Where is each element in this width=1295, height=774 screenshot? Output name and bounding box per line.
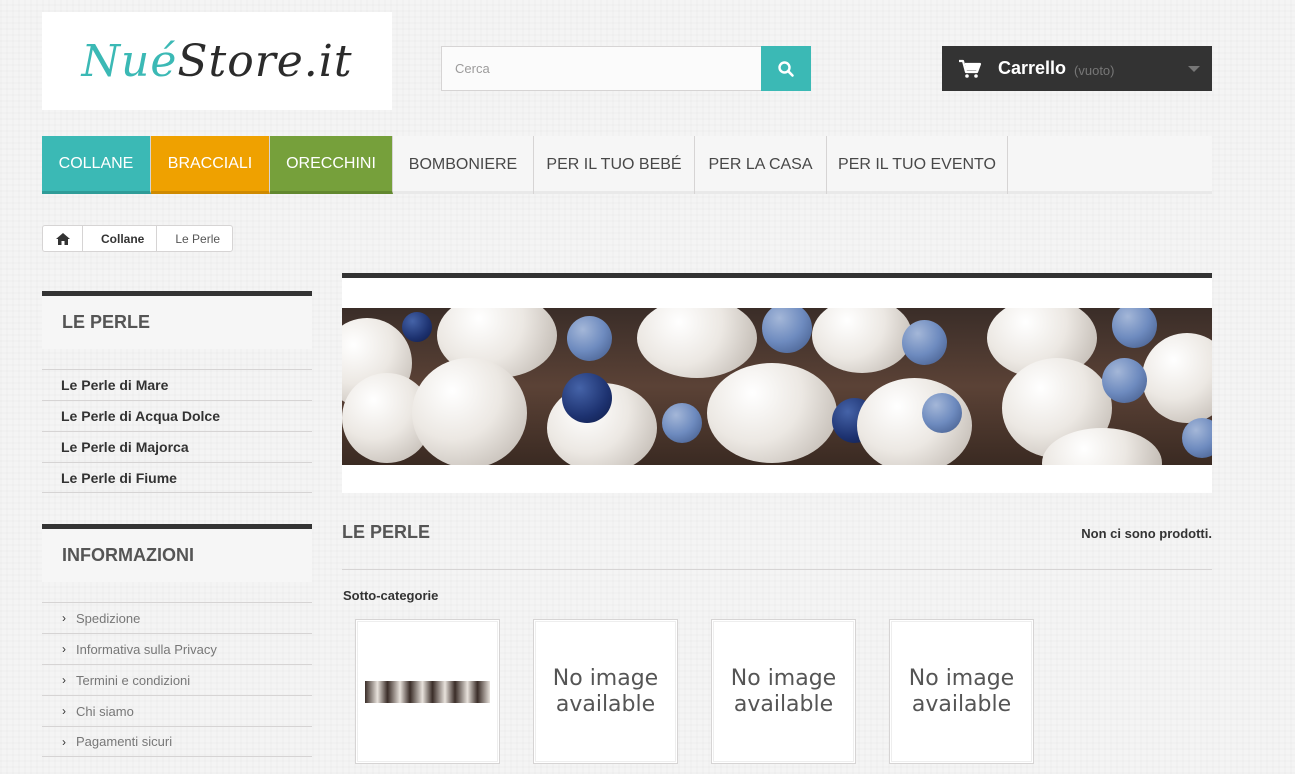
category-title: LE PERLE bbox=[342, 522, 431, 542]
cart-icon bbox=[959, 59, 982, 78]
cart-status: (vuoto) bbox=[1074, 62, 1115, 78]
breadcrumb: Collane Le Perle bbox=[42, 225, 234, 252]
info-block-title: INFORMAZIONI bbox=[42, 524, 312, 582]
home-icon bbox=[55, 232, 70, 245]
breadcrumb-current: Le Perle bbox=[175, 231, 221, 246]
chevron-right-icon: › bbox=[62, 611, 66, 625]
search-button[interactable] bbox=[761, 46, 811, 91]
category-item[interactable]: Le Perle di Acqua Dolce bbox=[42, 400, 312, 431]
chevron-right-icon: › bbox=[62, 704, 66, 718]
category-item[interactable]: Le Perle di Majorca bbox=[42, 431, 312, 462]
menu-item-orecchini[interactable]: ORECCHINI bbox=[270, 136, 393, 194]
subcategory-card[interactable]: No image available bbox=[889, 619, 1034, 764]
category-block: LE PERLE Le Perle di Mare Le Perle di Ac… bbox=[42, 291, 312, 493]
chevron-right-icon: › bbox=[62, 734, 66, 749]
menu-item-bracciali[interactable]: BRACCIALI bbox=[151, 136, 270, 194]
info-item[interactable]: › Chi siamo bbox=[42, 695, 312, 726]
breadcrumb-home[interactable] bbox=[43, 226, 83, 251]
no-image-placeholder: No image available bbox=[908, 665, 1015, 717]
no-image-placeholder: No image available bbox=[552, 665, 659, 717]
no-products-text: Non ci sono prodotti. bbox=[1081, 526, 1212, 541]
category-heading: LE PERLE Non ci sono prodotti. bbox=[342, 522, 1212, 570]
info-item[interactable]: › Termini e condizioni bbox=[42, 664, 312, 695]
cart-label: Carrello bbox=[998, 58, 1067, 78]
menu-item-bebe[interactable]: PER IL TUO BEBÉ bbox=[534, 136, 695, 194]
main-menu: COLLANE BRACCIALI ORECCHINI BOMBONIERE P… bbox=[42, 136, 1212, 194]
category-item[interactable]: Le Perle di Fiume bbox=[42, 462, 312, 493]
logo-text-part2: Store.it bbox=[177, 35, 353, 87]
info-item[interactable]: › Spedizione bbox=[42, 602, 312, 633]
info-item-label: Spedizione bbox=[76, 610, 141, 626]
info-item-label: Pagamenti sicuri bbox=[76, 734, 173, 749]
category-item[interactable]: Le Perle di Mare bbox=[42, 369, 312, 400]
subcategory-card[interactable]: No image available bbox=[711, 619, 856, 764]
info-item[interactable]: › Pagamenti sicuri bbox=[42, 726, 312, 757]
subcategory-image[interactable] bbox=[365, 680, 490, 703]
info-block: INFORMAZIONI › Spedizione › Informativa su… bbox=[42, 524, 312, 757]
info-item-label: Informativa sulla Privacy bbox=[76, 641, 217, 657]
category-block-title: LE PERLE bbox=[42, 291, 312, 349]
info-item-label: Chi siamo bbox=[76, 703, 134, 719]
breadcrumb-collane[interactable]: Collane bbox=[83, 226, 158, 251]
no-image-placeholder: No image available bbox=[730, 665, 837, 717]
subcategory-card[interactable] bbox=[355, 619, 500, 764]
search-form bbox=[441, 46, 811, 91]
menu-item-casa[interactable]: PER LA CASA bbox=[695, 136, 827, 194]
menu-item-bomboniere[interactable]: BOMBONIERE bbox=[393, 136, 534, 194]
search-icon bbox=[778, 60, 794, 77]
info-item-label: Termini e condizioni bbox=[76, 672, 191, 688]
category-banner-image bbox=[342, 308, 1212, 465]
chevron-down-icon[interactable] bbox=[1188, 66, 1200, 72]
chevron-right-icon: › bbox=[62, 642, 66, 656]
search-input[interactable] bbox=[441, 46, 761, 91]
logo-text-part1: Nué bbox=[81, 35, 178, 87]
chevron-right-icon: › bbox=[62, 673, 66, 687]
menu-item-evento[interactable]: PER IL TUO EVENTO bbox=[827, 136, 1008, 194]
cart-button[interactable]: Carrello (vuoto) bbox=[942, 46, 1212, 91]
site-logo[interactable]: Nué Store.it bbox=[42, 12, 392, 110]
subcategories-label: Sotto-categorie bbox=[343, 588, 439, 603]
info-item[interactable]: › Informativa sulla Privacy bbox=[42, 633, 312, 664]
subcategory-card[interactable]: No image available bbox=[533, 619, 678, 764]
menu-item-collane[interactable]: COLLANE bbox=[42, 136, 151, 194]
